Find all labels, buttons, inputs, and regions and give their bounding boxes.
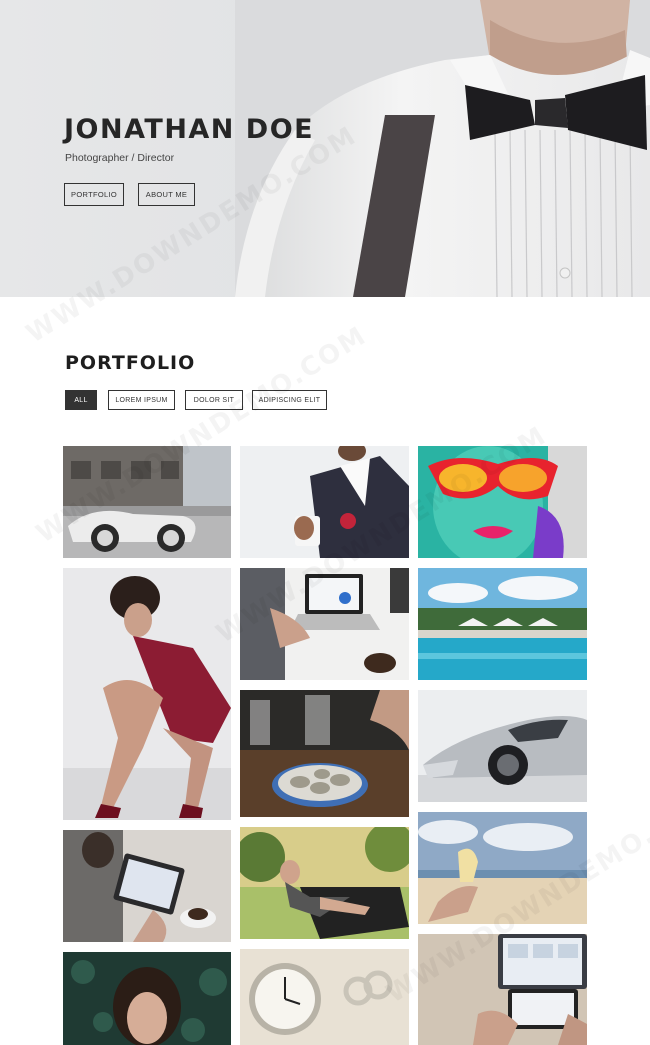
about-me-button[interactable]: ABOUT ME <box>138 183 195 206</box>
portfolio-item-laptop-desk[interactable] <box>240 568 409 680</box>
portfolio-item-tablet-coffee[interactable] <box>63 830 231 942</box>
hero-photo-man-bowtie <box>235 0 650 297</box>
portfolio-item-woman-portrait[interactable] <box>63 952 231 1045</box>
portfolio-item-graffiti[interactable] <box>418 446 587 558</box>
hero-name: JONATHAN DOE <box>64 114 315 145</box>
portfolio-item-man-coffee[interactable] <box>240 446 409 558</box>
portfolio-item-resort-pool[interactable] <box>418 568 587 680</box>
filter-dolor-sit[interactable]: DOLOR SIT <box>185 390 243 410</box>
portfolio-item-oysters[interactable] <box>240 690 409 817</box>
portfolio-item-watch[interactable] <box>240 949 409 1045</box>
portfolio-item-sports-car[interactable] <box>418 690 587 802</box>
portfolio-button[interactable]: PORTFOLIO <box>64 183 124 206</box>
hero-section: JONATHAN DOE Photographer / Director POR… <box>0 0 650 297</box>
portfolio-title: PORTFOLIO <box>65 352 196 374</box>
portfolio-item-woman-red-dress[interactable] <box>63 568 231 820</box>
portfolio-item-vintage-car[interactable] <box>63 446 231 558</box>
filter-all[interactable]: ALL <box>65 390 97 410</box>
portfolio-item-laptop-hands[interactable] <box>418 934 587 1045</box>
filter-lorem-ipsum[interactable]: LOREM IPSUM <box>108 390 175 410</box>
hero-subtitle: Photographer / Director <box>65 152 175 164</box>
portfolio-item-beach-drink[interactable] <box>418 812 587 924</box>
portfolio-item-woman-motorcycle[interactable] <box>240 827 409 939</box>
filter-adipiscing-elit[interactable]: ADIPISCING ELIT <box>252 390 327 410</box>
